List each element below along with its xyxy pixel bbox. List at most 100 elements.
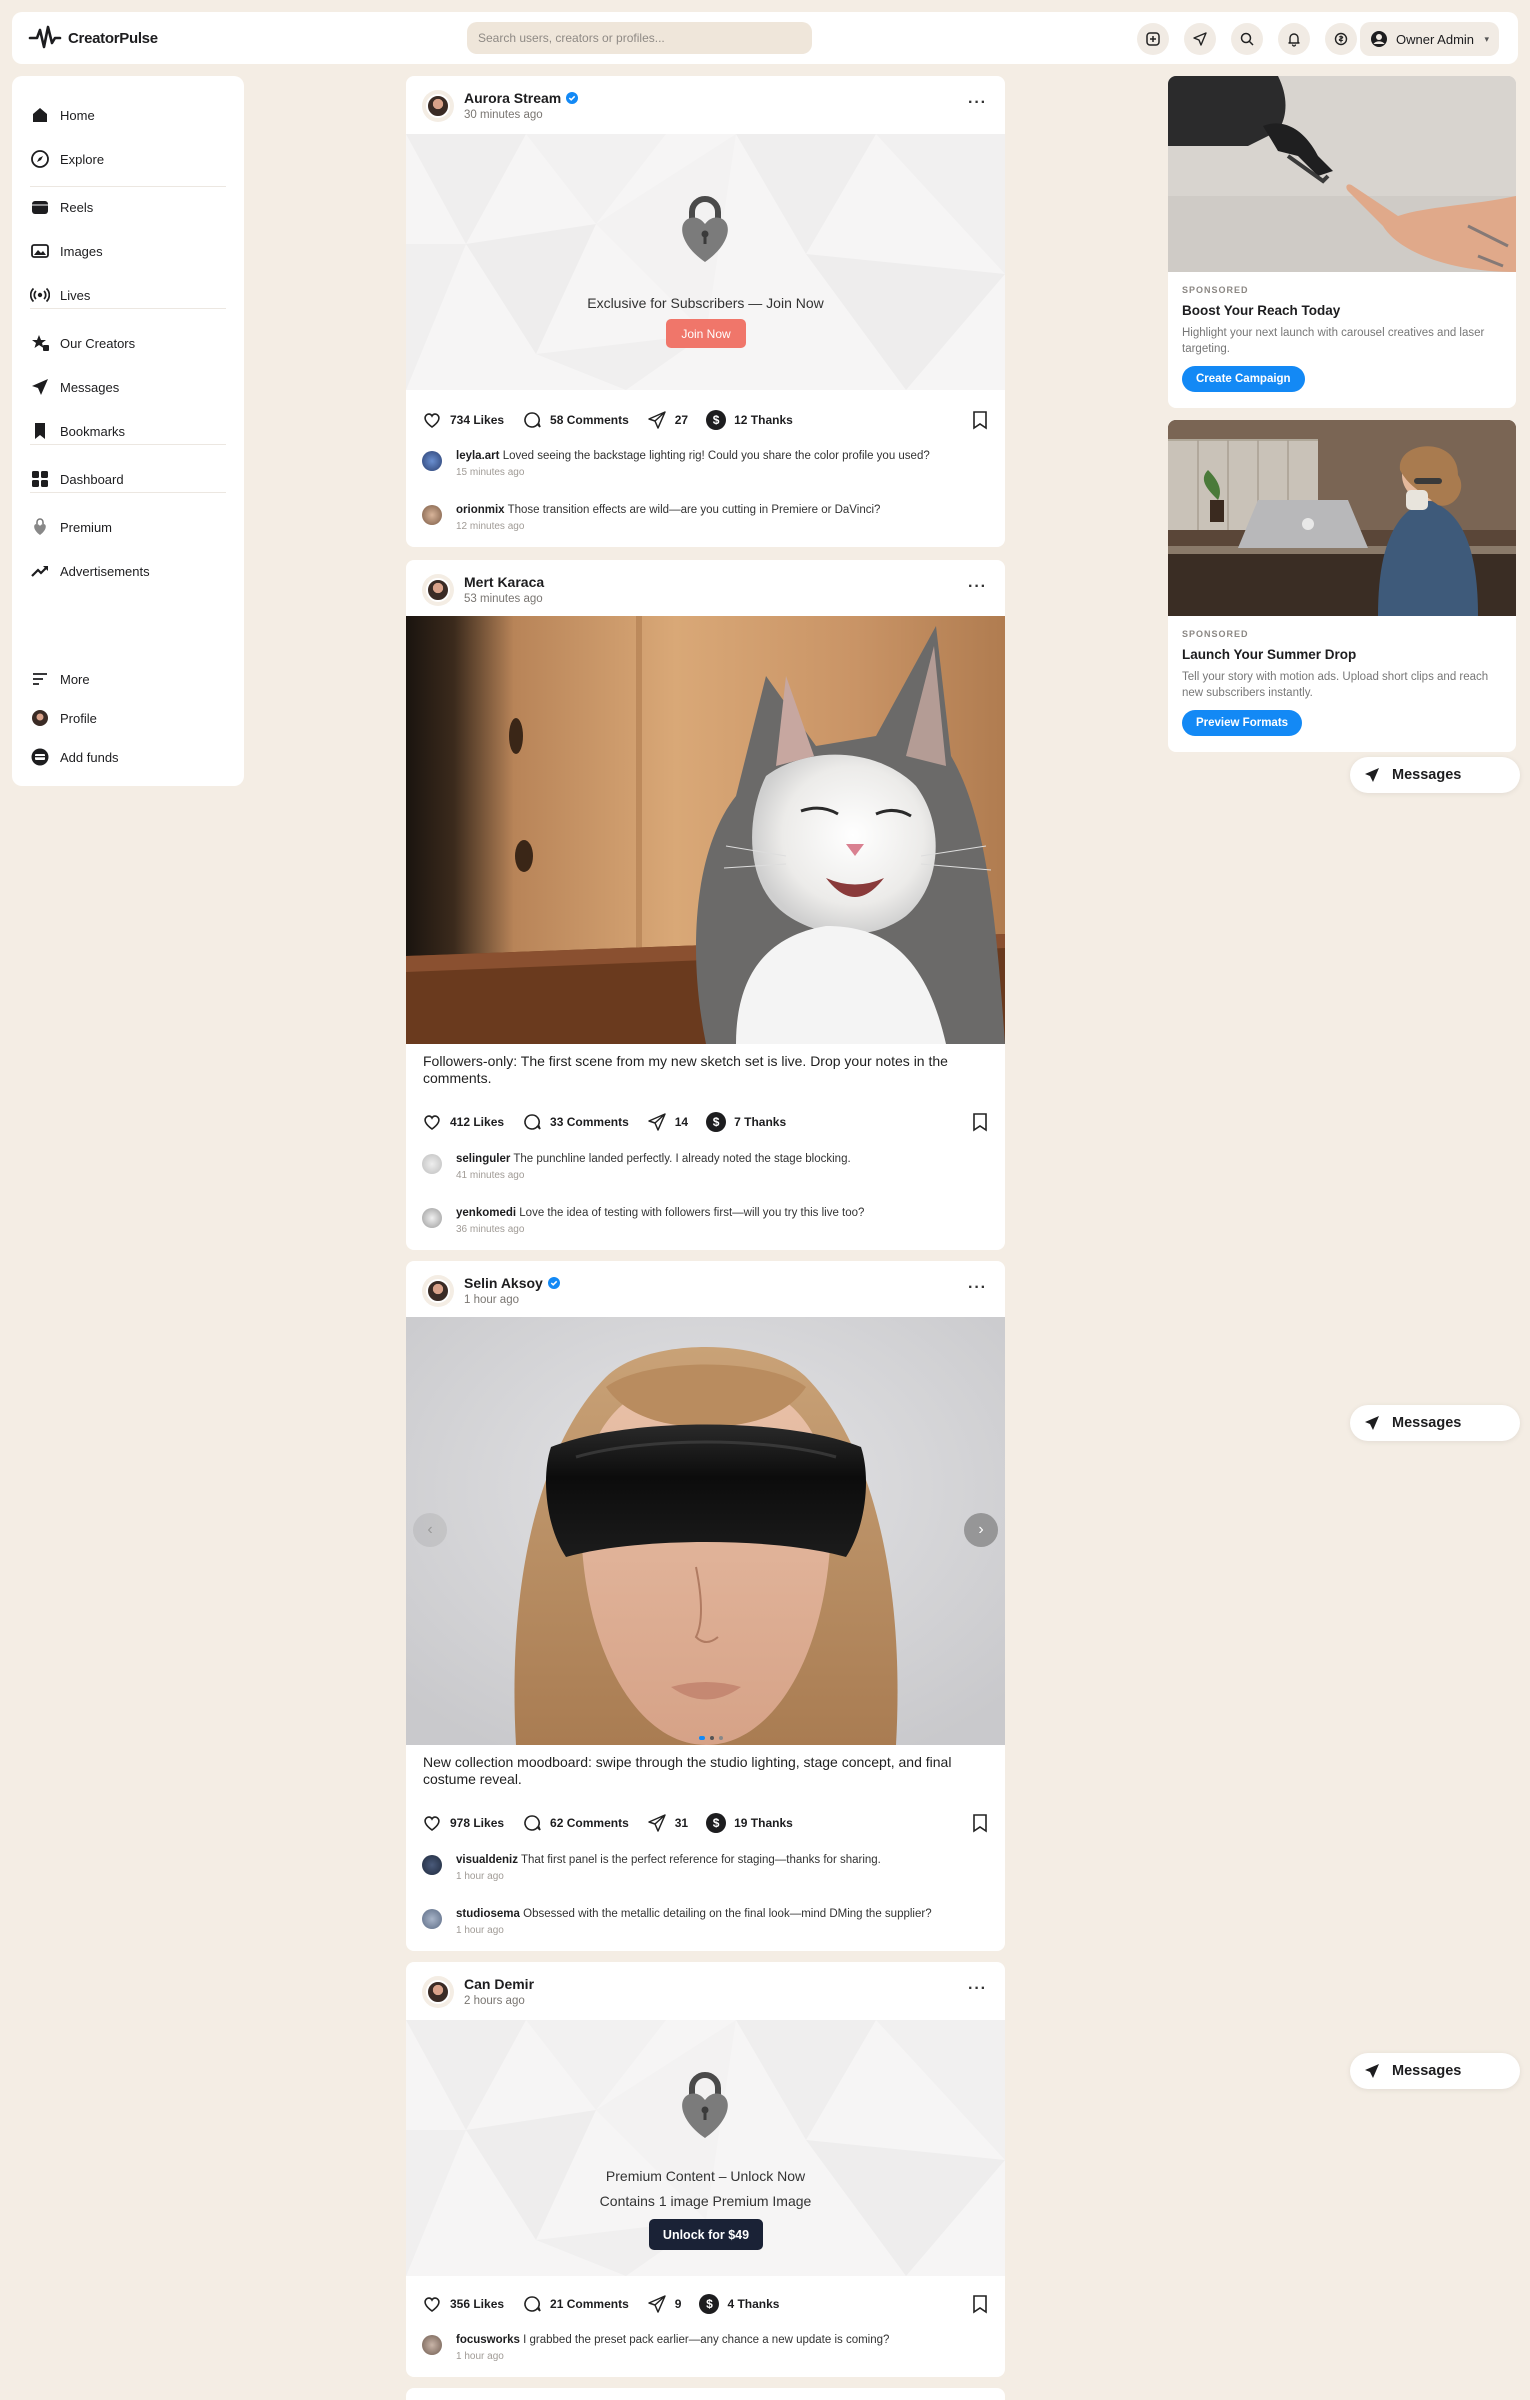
join-now-button[interactable]: Join Now xyxy=(666,319,746,348)
sidebar-item-more[interactable]: More xyxy=(30,666,90,692)
dollar-icon: $ xyxy=(699,2294,720,2314)
author-avatar[interactable] xyxy=(422,90,454,122)
ad-image[interactable] xyxy=(1168,420,1516,616)
floating-messages-button[interactable]: Messages xyxy=(1350,1405,1520,1441)
sidebar-item-messages[interactable]: Messages xyxy=(30,374,119,400)
more-options-icon[interactable]: ··· xyxy=(968,95,987,111)
carousel-next-button[interactable]: › xyxy=(964,1513,998,1547)
app-logo[interactable]: CreatorPulse xyxy=(28,25,158,51)
sidebar-item-bookmarks[interactable]: Bookmarks xyxy=(30,418,125,444)
comment-button[interactable]: 58 Comments xyxy=(522,410,629,430)
sidebar-item-premium[interactable]: Premium xyxy=(30,514,112,540)
search-input[interactable] xyxy=(478,31,801,45)
comment-button[interactable]: 21 Comments xyxy=(522,2294,629,2314)
more-options-icon[interactable]: ··· xyxy=(968,579,987,595)
share-button[interactable]: 9 xyxy=(647,2294,681,2314)
thanks-button[interactable]: $ 19 Thanks xyxy=(706,1813,793,1833)
author-avatar[interactable] xyxy=(422,574,454,606)
post-carousel[interactable]: ‹ › xyxy=(406,1317,1005,1745)
author-avatar[interactable] xyxy=(422,1275,454,1307)
comment-bubble-icon xyxy=(524,412,541,428)
more-options-icon[interactable]: ··· xyxy=(968,1981,987,1997)
post-time: 1 hour ago xyxy=(464,1294,519,1306)
sidebar-item-dashboard[interactable]: Dashboard xyxy=(30,466,124,492)
share-button[interactable]: 31 xyxy=(647,1813,688,1833)
commenter-avatar[interactable] xyxy=(422,1154,442,1174)
wallet-button[interactable] xyxy=(1325,23,1357,55)
like-button[interactable]: 412 Likes xyxy=(422,1112,504,1132)
thanks-button[interactable]: $ 4 Thanks xyxy=(699,2294,779,2314)
commenter-name[interactable]: yenkomedi xyxy=(456,1207,516,1219)
author-name[interactable]: Mert Karaca xyxy=(464,574,544,590)
carousel-dots xyxy=(699,1736,723,1740)
search-bar xyxy=(467,22,812,54)
commenter-avatar[interactable] xyxy=(422,505,442,525)
bookmark-icon[interactable] xyxy=(971,410,989,430)
sidebar-item-home[interactable]: Home xyxy=(30,102,95,128)
commenter-name[interactable]: focusworks xyxy=(456,2334,520,2346)
commenter-name[interactable]: orionmix xyxy=(456,504,505,516)
sidebar-item-reels[interactable]: Reels xyxy=(30,194,93,220)
comment-button[interactable]: 62 Comments xyxy=(522,1813,629,1833)
carousel-prev-button[interactable]: ‹ xyxy=(413,1513,447,1547)
bookmark-icon[interactable] xyxy=(971,2294,989,2314)
thanks-button[interactable]: $ 12 Thanks xyxy=(706,410,793,430)
author-name[interactable]: Selin Aksoy xyxy=(464,1275,560,1291)
post-time: 2 hours ago xyxy=(464,1995,525,2007)
author-name[interactable]: Can Demir xyxy=(464,1976,534,1992)
post-actions: 978 Likes 62 Comments 31 $ 19 Thanks xyxy=(422,1811,989,1835)
bookmark-icon[interactable] xyxy=(971,1112,989,1132)
author-name[interactable]: Aurora Stream xyxy=(464,90,579,106)
sidebar-item-explore[interactable]: Explore xyxy=(30,146,104,172)
create-campaign-button[interactable]: Create Campaign xyxy=(1182,366,1305,392)
share-button[interactable]: 27 xyxy=(647,410,688,430)
sidebar-item-add-funds[interactable]: Add funds xyxy=(30,744,119,770)
sidebar-item-images[interactable]: Images xyxy=(30,238,103,264)
like-button[interactable]: 734 Likes xyxy=(422,410,504,430)
bookmark-icon[interactable] xyxy=(971,1813,989,1833)
pulse-logo-icon xyxy=(28,25,62,49)
like-button[interactable]: 356 Likes xyxy=(422,2294,504,2314)
preview-formats-button[interactable]: Preview Formats xyxy=(1182,710,1303,736)
user-menu-button[interactable]: Owner Admin ▾ xyxy=(1360,22,1499,56)
sidebar-item-advertisements[interactable]: Advertisements xyxy=(30,558,150,584)
notifications-button[interactable] xyxy=(1278,23,1310,55)
user-avatar-icon xyxy=(1371,31,1387,47)
commenter-name[interactable]: selinguler xyxy=(456,1153,510,1165)
sidebar-item-label: Advertisements xyxy=(60,563,150,579)
locked-content: Premium Content – Unlock Now Contains 1 … xyxy=(406,2020,1005,2276)
author-avatar[interactable] xyxy=(422,1976,454,2008)
header-search-button[interactable] xyxy=(1231,23,1263,55)
commenter-avatar[interactable] xyxy=(422,1909,442,1929)
sidebar-item-our-creators[interactable]: Our Creators xyxy=(30,330,135,356)
comment-item: yenkomedi Love the idea of testing with … xyxy=(422,1207,989,1241)
commenter-avatar[interactable] xyxy=(422,451,442,471)
comment-item: focusworks I grabbed the preset pack ear… xyxy=(422,2334,989,2368)
share-button[interactable]: 14 xyxy=(647,1112,688,1132)
thanks-button[interactable]: $ 7 Thanks xyxy=(706,1112,786,1132)
carousel-dot[interactable] xyxy=(719,1736,723,1740)
commenter-name[interactable]: visualdeniz xyxy=(456,1854,518,1866)
header-messages-button[interactable] xyxy=(1184,23,1216,55)
commenter-avatar[interactable] xyxy=(422,1855,442,1875)
create-post-button[interactable] xyxy=(1137,23,1169,55)
carousel-dot[interactable] xyxy=(710,1736,714,1740)
commenter-name[interactable]: leyla.art xyxy=(456,450,499,462)
sidebar-item-lives[interactable]: Lives xyxy=(30,282,90,308)
commenter-name[interactable]: studiosema xyxy=(456,1908,520,1920)
post-image[interactable] xyxy=(406,616,1005,1044)
commenter-avatar[interactable] xyxy=(422,1208,442,1228)
commenter-avatar[interactable] xyxy=(422,2335,442,2355)
more-options-icon[interactable]: ··· xyxy=(968,1280,987,1296)
dollar-icon: $ xyxy=(706,1112,727,1132)
comment-button[interactable]: 33 Comments xyxy=(522,1112,629,1132)
floating-messages-button[interactable]: Messages xyxy=(1350,757,1520,793)
ad-image[interactable] xyxy=(1168,76,1516,272)
locked-message: Premium Content – Unlock Now xyxy=(605,2168,806,2184)
like-button[interactable]: 978 Likes xyxy=(422,1813,504,1833)
post-time: 30 minutes ago xyxy=(464,109,543,121)
floating-messages-button[interactable]: Messages xyxy=(1350,2053,1520,2089)
sidebar-item-profile[interactable]: Profile xyxy=(30,705,97,731)
carousel-dot-active[interactable] xyxy=(699,1736,705,1740)
unlock-button[interactable]: Unlock for $49 xyxy=(649,2219,763,2250)
